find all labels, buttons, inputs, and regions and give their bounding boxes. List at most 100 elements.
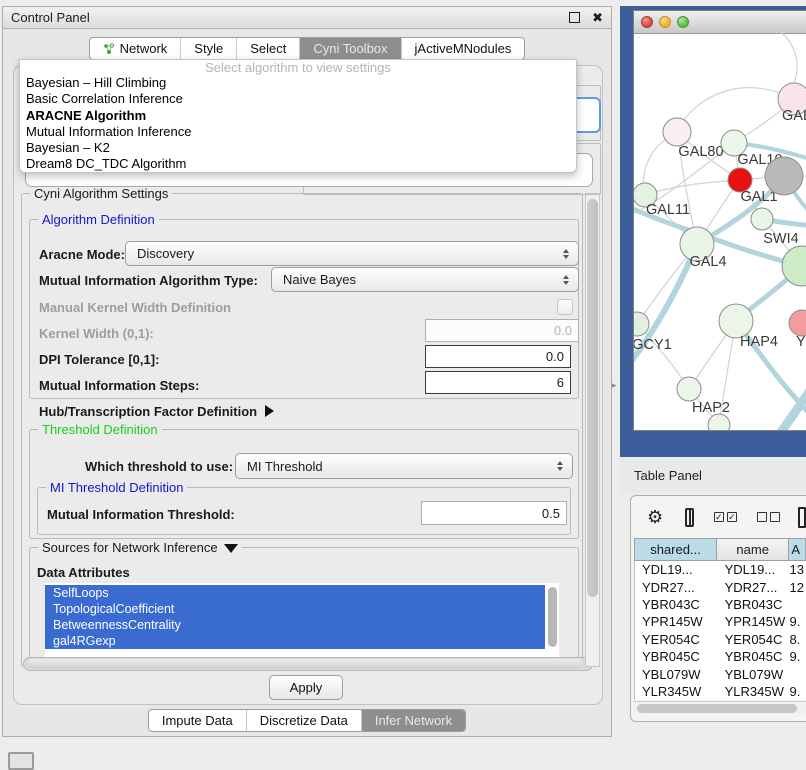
table-cell: YER054C <box>635 632 718 647</box>
mi-threshold-input[interactable]: 0.5 <box>421 501 567 525</box>
data-attribute-item[interactable]: BetweennessCentrality <box>45 617 545 633</box>
list-scrollbar-thumb[interactable] <box>548 587 557 647</box>
data-attribute-item[interactable]: TopologicalCoefficient <box>45 601 545 617</box>
deselect-all-icon[interactable] <box>757 512 780 522</box>
collapse-arrow-icon[interactable] <box>224 544 238 553</box>
table-cell: 8. <box>790 632 806 647</box>
column-header-shared-name[interactable]: shared... <box>634 538 717 561</box>
network-window-titlebar[interactable] <box>634 11 806 34</box>
tab-select[interactable]: Select <box>236 38 299 59</box>
data-attributes-list[interactable]: SelfLoopsTopologicalCoefficientBetweenne… <box>45 583 559 657</box>
network-node[interactable] <box>719 304 753 338</box>
aracne-mode-combo[interactable]: Discovery <box>125 241 579 266</box>
column-header-name[interactable]: name <box>717 538 789 561</box>
algorithm-option[interactable]: Basic Correlation Inference <box>20 91 576 107</box>
bottom-tabbar: Impute Data Discretize Data Infer Networ… <box>3 709 611 732</box>
manual-kernel-label: Manual Kernel Width Definition <box>39 300 231 315</box>
network-node[interactable] <box>751 208 773 230</box>
control-panel-titlebar[interactable]: Control Panel ✖ <box>3 7 611 29</box>
data-attribute-item[interactable]: SelfLoops <box>45 585 545 601</box>
mi-type-combo[interactable]: Naive Bayes <box>271 267 579 292</box>
tab-discretize-data[interactable]: Discretize Data <box>246 710 361 731</box>
network-view-window[interactable]: GALGAL80GAL10GAL1GAL11SWI4GAL4GCY1HAP4YH… <box>633 10 806 431</box>
scrollbar-thumb[interactable] <box>637 704 797 713</box>
mi-steps-input[interactable]: 6 <box>425 371 571 394</box>
kernel-width-input[interactable]: 0.0 <box>425 319 579 342</box>
close-icon[interactable]: ✖ <box>592 13 603 23</box>
floating-panel-icon[interactable] <box>8 752 34 770</box>
table-cell: YBL079W <box>635 667 718 682</box>
scrollbar-thumb[interactable] <box>587 199 598 597</box>
table-horizontal-scrollbar[interactable] <box>633 701 806 714</box>
data-attribute-item[interactable]: gal4RGexp <box>45 633 545 649</box>
tab-network[interactable]: Network <box>90 38 181 59</box>
network-edge[interactable] <box>645 180 740 195</box>
table-cell: YDL19... <box>718 562 790 577</box>
expand-arrow-icon[interactable] <box>265 405 274 417</box>
zoom-traffic-light[interactable] <box>677 16 689 28</box>
tab-cyni-toolbox[interactable]: Cyni Toolbox <box>299 38 400 59</box>
select-all-icon[interactable]: ✓ ✓ <box>714 512 737 522</box>
network-node[interactable] <box>634 312 649 336</box>
columns-icon[interactable] <box>685 508 694 527</box>
unchecked-checkbox-icon <box>757 512 767 522</box>
tab-style[interactable]: Style <box>180 38 236 59</box>
sources-title[interactable]: Sources for Network Inference <box>38 540 242 555</box>
table-cell: YLR345W <box>635 684 718 699</box>
table-row[interactable]: YLR345WYLR345W9. <box>635 683 806 700</box>
manual-kernel-checkbox[interactable] <box>557 299 573 315</box>
table-row[interactable]: YBR043CYBR043C <box>635 596 806 613</box>
splitter-handle[interactable]: ▸ <box>612 380 620 390</box>
settings-vertical-scrollbar[interactable] <box>585 193 600 667</box>
tab-impute-data[interactable]: Impute Data <box>149 710 246 731</box>
network-node[interactable] <box>765 157 803 195</box>
table-row[interactable]: YBR045CYBR045C9. <box>635 648 806 665</box>
control-panel-tabbar: Network Style Select Cyni Toolbox jActiv… <box>3 37 611 60</box>
algorithm-option[interactable]: ARACNE Algorithm <box>20 108 576 124</box>
network-node-label: HAP4 <box>740 334 778 350</box>
table-row[interactable]: YDL19...YDL19...13 <box>635 561 806 578</box>
tab-jactivemnodules[interactable]: jActiveMNodules <box>401 38 525 59</box>
float-panel-icon[interactable] <box>569 12 580 23</box>
combo-value: Discovery <box>137 246 194 261</box>
field-value: 0.5 <box>542 506 560 521</box>
table-cell: YER054C <box>718 632 790 647</box>
table-row[interactable]: YDR27...YDR27...12 <box>635 578 806 595</box>
hub-section-toggle[interactable]: Hub/Transcription Factor Definition <box>39 404 274 419</box>
table-body[interactable]: YDL19...YDL19...13YDR27...YDR27...12YBR0… <box>634 561 806 700</box>
network-node[interactable] <box>663 118 691 146</box>
settings-horizontal-scrollbar[interactable] <box>23 657 593 671</box>
close-traffic-light[interactable] <box>641 16 653 28</box>
table-cell: YBR045C <box>718 649 790 664</box>
table-header-row: shared... name A <box>634 538 806 561</box>
apply-button[interactable]: Apply <box>269 675 343 700</box>
table-panel-window: ⚙ ✓ ✓ shared... name A YDL19...YDL19...1… <box>630 495 806 722</box>
dpi-tolerance-input[interactable]: 0.0 <box>425 345 571 368</box>
sources-title-label: Sources for Network Inference <box>42 540 218 555</box>
scrollbar-thumb[interactable] <box>27 659 583 669</box>
column-header-partial[interactable]: A <box>789 538 806 561</box>
table-row[interactable]: YER054CYER054C8. <box>635 631 806 648</box>
algorithm-option[interactable]: Dream8 DC_TDC Algorithm <box>20 156 576 172</box>
table-row[interactable]: YPR145WYPR145W9. <box>635 613 806 630</box>
algorithm-option[interactable]: Mutual Information Inference <box>20 124 576 140</box>
algorithm-option[interactable]: Bayesian – Hill Climbing <box>20 75 576 91</box>
gear-icon[interactable]: ⚙ <box>647 507 663 528</box>
network-canvas[interactable]: GALGAL80GAL10GAL1GAL11SWI4GAL4GCY1HAP4YH… <box>634 33 806 430</box>
algorithm-option[interactable]: Bayesian – K2 <box>20 140 576 156</box>
table-cell: YDR27... <box>635 580 718 595</box>
network-edge[interactable] <box>774 33 797 83</box>
tab-infer-network[interactable]: Infer Network <box>361 710 465 731</box>
table-row[interactable]: YBL079WYBL079W <box>635 665 806 682</box>
table-cell: YDL19... <box>635 562 718 577</box>
tab-label: jActiveMNodules <box>415 41 512 56</box>
network-node[interactable] <box>789 310 806 336</box>
network-edge[interactable] <box>677 88 794 132</box>
field-value: 6 <box>557 375 564 390</box>
which-threshold-combo[interactable]: MI Threshold <box>235 453 573 479</box>
minimize-traffic-light[interactable] <box>659 16 671 28</box>
network-icon <box>103 43 115 55</box>
network-node[interactable] <box>677 377 701 401</box>
export-table-icon[interactable] <box>798 507 806 528</box>
tab-label: Cyni Toolbox <box>313 41 387 56</box>
